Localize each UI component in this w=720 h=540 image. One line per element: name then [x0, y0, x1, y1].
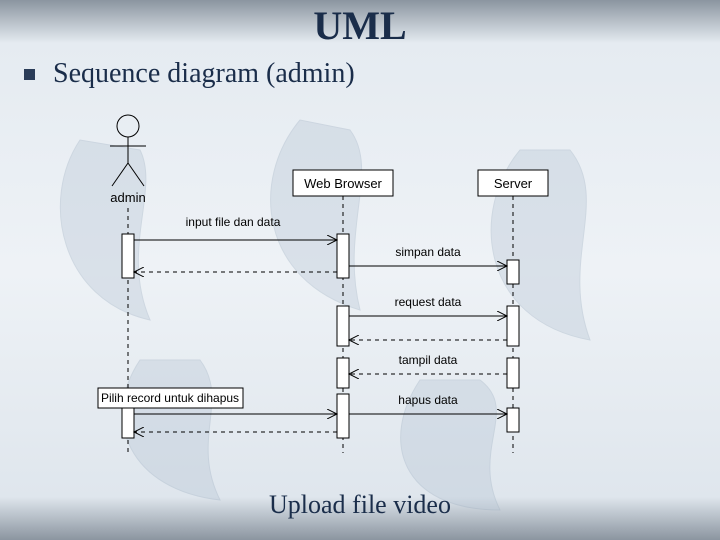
bullet-row: Sequence diagram (admin) — [24, 58, 355, 90]
lifeline-browser: Web Browser — [293, 170, 393, 196]
bullet-text: Sequence diagram (admin) — [53, 58, 355, 90]
msg-input-file-dan-data: input file dan data — [186, 215, 281, 229]
msg-request-data: request data — [395, 295, 462, 309]
lifeline-browser-label: Web Browser — [304, 176, 382, 191]
msg-hapus-data: hapus data — [398, 393, 458, 407]
msg-simpan-data: simpan data — [395, 245, 461, 259]
slide: UML Sequence diagram (admin) admin — [0, 0, 720, 540]
lifeline-server-label: Server — [494, 176, 533, 191]
lifeline-server: Server — [478, 170, 548, 196]
caption: Upload file video — [0, 490, 720, 520]
bullet-icon — [24, 69, 35, 80]
msg-pilih-record: Pilih record untuk dihapus — [101, 391, 239, 405]
actor-admin-label: admin — [110, 190, 145, 205]
actor-admin: admin — [110, 115, 146, 205]
slide-title: UML — [0, 2, 720, 49]
sequence-diagram: admin Web Browser Server — [78, 108, 576, 468]
msg-tampil-data: tampil data — [399, 353, 458, 367]
